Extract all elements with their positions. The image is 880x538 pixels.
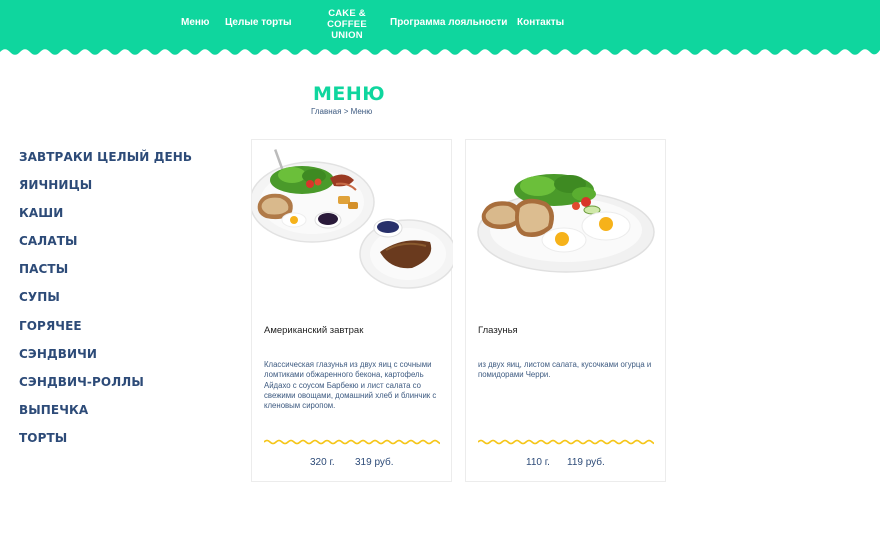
breadcrumb-home-link[interactable]: Главная [311,107,341,116]
header-wave-background [0,0,880,55]
fried-eggs-photo [466,140,667,300]
sidebar-item-porridge[interactable]: Каши [19,206,63,220]
sidebar-item-breakfast[interactable]: Завтраки целый день [19,150,192,164]
sidebar-item-omelettes[interactable]: Яичницы [19,178,92,192]
wavy-divider [264,439,440,445]
nav-loyalty-link[interactable]: Программа лояльности [390,17,507,28]
page-title: Меню [313,83,386,105]
logo-line: CAKE & [328,8,366,19]
logo-line: COFFEE [327,19,367,30]
menu-card[interactable]: Американский завтрак Классическая глазун… [251,139,453,482]
sidebar-item-salads[interactable]: Салаты [19,234,78,248]
nav-menu-link[interactable]: Меню [181,17,209,28]
card-description: Классическая глазунья из двух яиц с сочн… [264,360,437,411]
sidebar-item-sandwich-rolls[interactable]: Сэндвич-роллы [19,375,144,389]
card-price: 319 руб. [355,457,394,468]
site-header: Меню Целые торты CAKE & COFFEE UNION Про… [0,0,880,62]
card-price: 119 руб. [567,457,605,468]
card-weight: 320 г. [310,457,335,468]
sidebar-item-sandwiches[interactable]: Сэндвичи [19,347,97,361]
logo-line: UNION [331,30,363,41]
nav-contacts-link[interactable]: Контакты [517,17,564,28]
sidebar-item-pastry[interactable]: Выпечка [19,403,88,417]
breadcrumb-separator: > [343,107,349,116]
sidebar-item-pasta[interactable]: Пасты [19,262,68,276]
site-logo[interactable]: CAKE & COFFEE UNION [322,8,372,41]
card-description: из двух яиц, листом салата, кусочками ог… [478,360,652,380]
card-weight: 110 г. [526,457,550,468]
menu-card[interactable]: Глазунья из двух яиц, листом салата, кус… [465,139,666,482]
card-title[interactable]: Американский завтрак [264,325,363,336]
sidebar-item-hot[interactable]: Горячее [19,319,82,333]
breadcrumb-current: Меню [350,107,373,116]
sidebar-item-cakes[interactable]: Торты [19,431,67,445]
breadcrumb: Главная > Меню [311,107,372,116]
sidebar-item-soups[interactable]: Супы [19,290,60,304]
card-title[interactable]: Глазунья [478,325,518,336]
wavy-divider [478,439,654,445]
nav-whole-cakes-link[interactable]: Целые торты [225,17,292,28]
american-breakfast-photo [252,140,453,300]
